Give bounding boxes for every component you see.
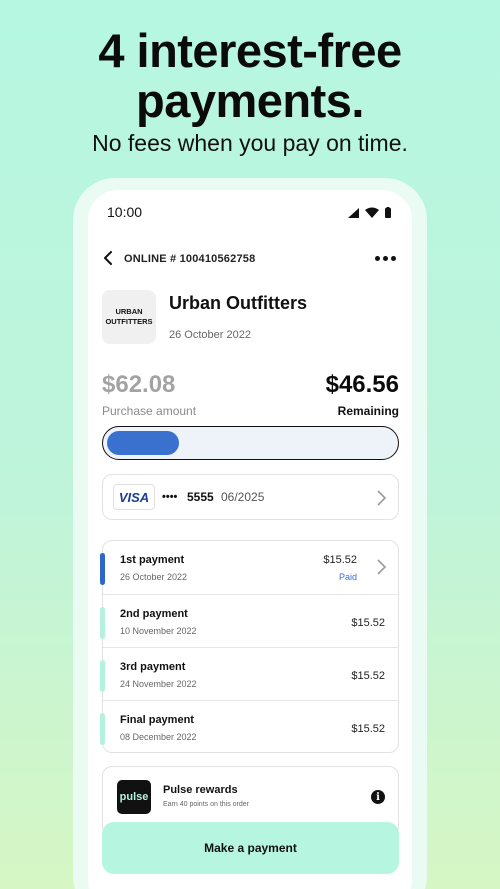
payment-row-3: 3rd payment 24 November 2022 $15.52	[100, 647, 398, 700]
status-time: 10:00	[107, 204, 143, 220]
merchant-logo-line2: OUTFITTERS	[105, 317, 153, 326]
remaining-amount: $46.56	[325, 371, 399, 398]
payment-date: 26 October 2022	[120, 572, 188, 582]
card-expiry: 06/2025	[221, 490, 265, 504]
chevron-right-icon	[377, 490, 386, 506]
payment-title: Final payment	[120, 714, 194, 726]
merchant-name: Urban Outfitters	[169, 293, 308, 313]
status-icons	[348, 207, 391, 218]
card-masked-dots: ••••	[162, 491, 178, 503]
payment-card-row[interactable]: VISA •••• 5555 06/2025	[102, 474, 399, 520]
chevron-right-icon	[377, 559, 386, 575]
status-bar: 10:00	[88, 204, 412, 222]
payment-paid-badge: Paid	[338, 572, 357, 582]
payment-amount: $15.52	[323, 554, 357, 566]
order-date: 26 October 2022	[169, 329, 251, 341]
battery-icon	[385, 207, 391, 218]
rewards-title: Pulse rewards	[163, 784, 238, 796]
payment-row-2: 2nd payment 10 November 2022 $15.52	[100, 594, 398, 647]
payment-row-4: Final payment 08 December 2022 $15.52	[100, 700, 398, 753]
info-icon[interactable]: i	[371, 790, 385, 804]
rewards-subtitle: Earn 40 points on this order	[163, 801, 249, 808]
purchase-amount-label: Purchase amount	[102, 404, 197, 418]
more-options-icon[interactable]	[375, 256, 396, 261]
promo-headline-line1: 4 interest-free	[98, 24, 402, 77]
payment-progress-fill	[107, 431, 179, 455]
order-number: ONLINE # 100410562758	[124, 253, 256, 265]
payment-title: 3rd payment	[120, 661, 186, 673]
make-payment-button[interactable]: Make a payment	[102, 822, 399, 874]
order-header: ONLINE # 100410562758	[88, 250, 412, 270]
payment-title: 1st payment	[120, 554, 185, 566]
payment-status-bar	[100, 713, 105, 745]
payment-date: 08 December 2022	[120, 732, 197, 742]
payment-row-1[interactable]: 1st payment 26 October 2022 $15.52 Paid	[100, 541, 398, 594]
pulse-logo: pulse	[117, 780, 151, 814]
merchant-logo-line1: URBAN	[115, 307, 143, 316]
merchant-logo: URBAN OUTFITTERS	[102, 290, 156, 344]
payment-schedule: 1st payment 26 October 2022 $15.52 Paid …	[100, 540, 399, 753]
payment-date: 10 November 2022	[120, 626, 197, 636]
promo-headline-line2: payments.	[136, 74, 364, 127]
promo-subline: No fees when you pay on time.	[92, 130, 408, 156]
card-last4: 5555	[187, 490, 214, 504]
phone-screen: 10:00 ONLINE # 100410562758 URBAN OUTFIT…	[88, 190, 412, 889]
promo-headline: 4 interest-free payments.	[0, 26, 500, 126]
payment-date: 24 November 2022	[120, 679, 197, 689]
payment-amount: $15.52	[351, 670, 385, 682]
payment-amount: $15.52	[351, 617, 385, 629]
payment-status-bar	[100, 660, 105, 692]
payment-amount: $15.52	[351, 723, 385, 735]
visa-logo: VISA	[113, 484, 155, 510]
wifi-icon	[365, 207, 379, 218]
payment-title: 2nd payment	[120, 608, 188, 620]
back-arrow-icon[interactable]	[101, 250, 115, 266]
remaining-amount-label: Remaining	[337, 404, 399, 418]
purchase-amount: $62.08	[102, 371, 176, 398]
signal-icon	[348, 207, 359, 218]
payment-progress-bar	[102, 426, 399, 460]
payment-status-bar	[100, 607, 105, 639]
payment-status-bar	[100, 553, 105, 585]
